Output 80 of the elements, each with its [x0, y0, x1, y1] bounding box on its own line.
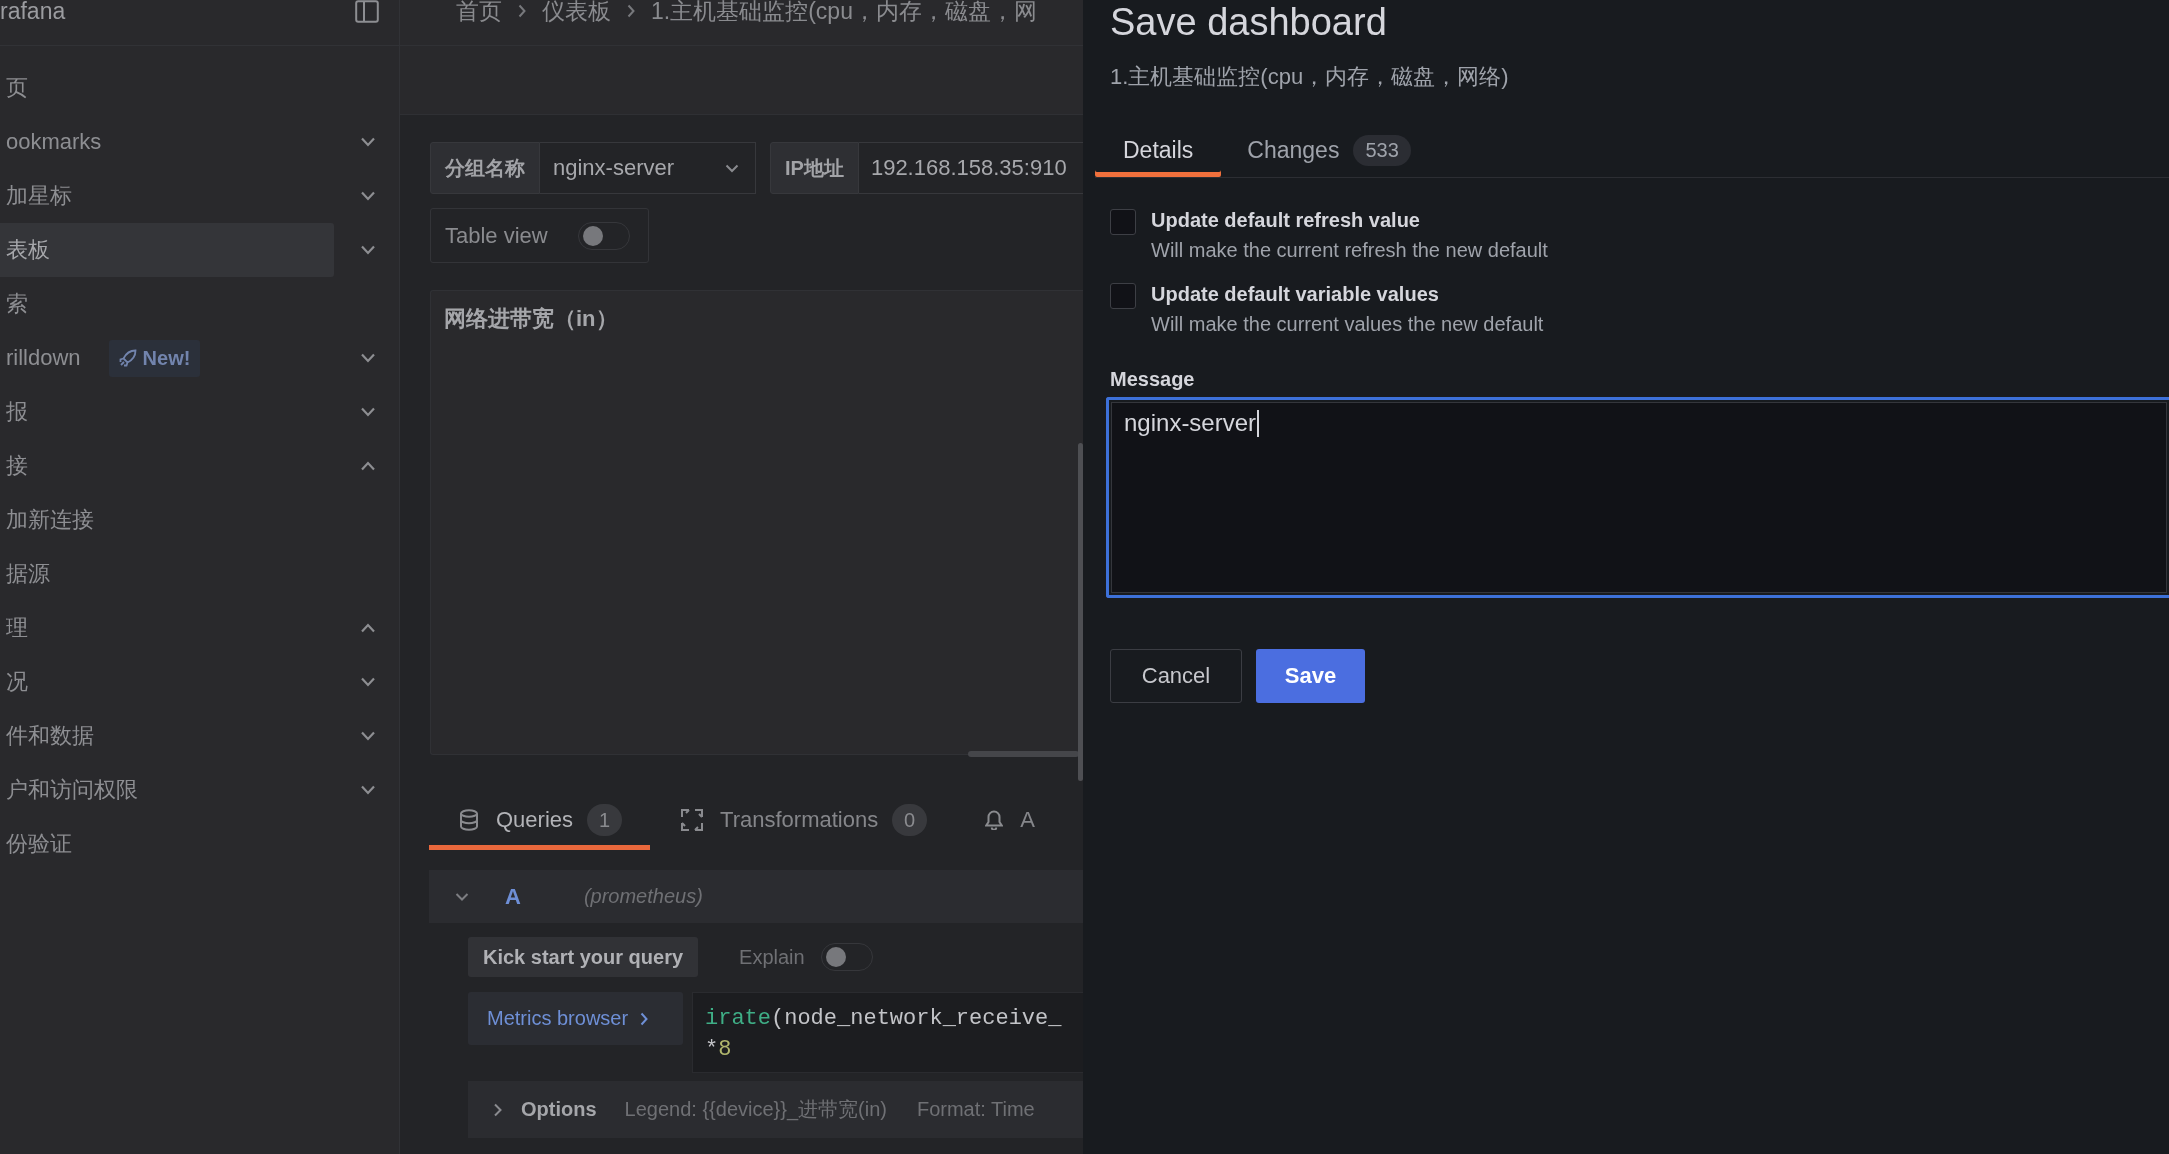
chevron-down-icon[interactable] — [360, 677, 376, 687]
toggle-switch[interactable] — [577, 221, 630, 250]
format-summary: Format: Time — [916, 1098, 1035, 1121]
nav-item[interactable]: 户和访问权限 — [0, 763, 334, 817]
option-label: Update default refresh value — [1151, 208, 1421, 233]
metrics-browser-button[interactable]: Metrics browser — [468, 992, 683, 1045]
nav-item[interactable]: 据源 — [0, 547, 334, 601]
chevron-down-icon[interactable] — [360, 191, 376, 201]
nav-item[interactable]: 加星标 — [0, 169, 334, 223]
breadcrumb-link[interactable]: 首页 — [456, 0, 502, 22]
dashboard-name: 1.主机基础监控(cpu，内存，磁盘，网络) — [1110, 63, 1509, 91]
chevron-right-icon — [640, 1011, 649, 1026]
tab[interactable]: Queries 1 — [429, 795, 651, 850]
option-description: Will make the current values the new default — [1151, 312, 1544, 337]
explain-label: Explain — [739, 945, 805, 969]
chevron-right-icon — [518, 4, 526, 18]
panel-layout-icon[interactable] — [355, 0, 379, 23]
breadcrumb-link[interactable]: 1.主机基础监控(cpu，内存，磁盘，网 — [651, 0, 1037, 22]
chevron-down-icon — [725, 163, 739, 173]
count-badge: 533 — [1353, 135, 1411, 166]
toggle-switch[interactable] — [820, 943, 873, 971]
nav-item[interactable]: ookmarks — [0, 115, 334, 169]
nav-item[interactable]: rilldown New! — [0, 331, 334, 385]
secondary-button[interactable]: Cancel — [1110, 649, 1242, 703]
variable-dropdown[interactable]: nginx-server — [540, 142, 756, 194]
nav-item[interactable]: 况 — [0, 655, 334, 709]
primary-button[interactable]: Save — [1256, 649, 1365, 703]
message-label: Message — [1110, 367, 1195, 392]
nav-item[interactable]: 加新连接 — [0, 493, 334, 547]
legend-summary: Legend: {{device}}_进带宽(in) — [624, 1097, 887, 1123]
option-label: Update default variable values — [1151, 282, 1440, 307]
checkbox[interactable] — [1110, 209, 1136, 235]
nav-item[interactable]: 报 — [0, 385, 334, 439]
datasource-name: (prometheus) — [583, 885, 703, 908]
brand-name: rafana — [0, 0, 66, 22]
nav-item[interactable]: 件和数据 — [0, 709, 334, 763]
chevron-down-icon[interactable] — [360, 137, 376, 147]
chevron-up-icon[interactable] — [360, 461, 376, 471]
message-field[interactable]: nginx-server — [1106, 397, 2169, 598]
variable-label: 分组名称 — [430, 142, 540, 194]
nav-item[interactable]: 表板 — [0, 223, 334, 277]
options-label[interactable]: Options — [521, 1098, 597, 1121]
text-cursor-icon — [1257, 410, 1260, 437]
tab[interactable]: Details — [1095, 120, 1222, 177]
variable-label: IP地址 — [770, 142, 859, 194]
nav-item[interactable]: 理 — [0, 601, 334, 655]
nav-item[interactable]: 接 — [0, 439, 334, 493]
tab[interactable]: A — [955, 795, 1035, 850]
kick-start-button[interactable]: Kick start your query — [468, 937, 699, 977]
breadcrumb-link[interactable]: 仪表板 — [542, 0, 611, 22]
nav-item[interactable]: 份验证 — [0, 817, 334, 871]
table-view-label: Table view — [445, 222, 548, 249]
chevron-down-icon[interactable] — [360, 407, 376, 417]
chevron-down-icon[interactable] — [360, 785, 376, 795]
option-description: Will make the current refresh the new default — [1151, 238, 1548, 263]
code-editor[interactable]: irate(node_network_receive_ *8 — [692, 992, 1083, 1073]
drawer-title: Save dashboard — [1110, 0, 1387, 44]
database-icon — [459, 809, 479, 831]
nav-item[interactable]: 索 — [0, 277, 334, 331]
chevron-down-icon[interactable] — [360, 731, 376, 741]
chevron-up-icon[interactable] — [360, 623, 376, 633]
chevron-down-icon[interactable] — [360, 353, 376, 363]
rocket-icon — [118, 349, 137, 367]
code-line: irate(node_network_receive_ — [705, 1005, 1062, 1033]
bell-icon — [985, 810, 1004, 830]
chevron-down-icon[interactable] — [360, 245, 376, 255]
query-ref: A — [505, 883, 521, 910]
count-badge: 1 — [587, 804, 623, 836]
scrollbar-thumb[interactable] — [1078, 443, 1083, 781]
count-badge: 0 — [892, 804, 928, 836]
nav-item[interactable]: 页 — [0, 61, 334, 115]
tab[interactable]: Transformations 0 — [650, 795, 956, 850]
chevron-right-icon — [627, 4, 635, 18]
badge-label: New! — [142, 346, 191, 370]
resize-handle[interactable] — [968, 751, 1079, 757]
code-line: *8 — [705, 1036, 732, 1064]
panel-title: 网络进带宽（in） — [444, 306, 618, 331]
transform-icon — [680, 808, 705, 832]
tab[interactable]: Changes 533 — [1221, 120, 1439, 177]
checkbox[interactable] — [1110, 283, 1136, 309]
